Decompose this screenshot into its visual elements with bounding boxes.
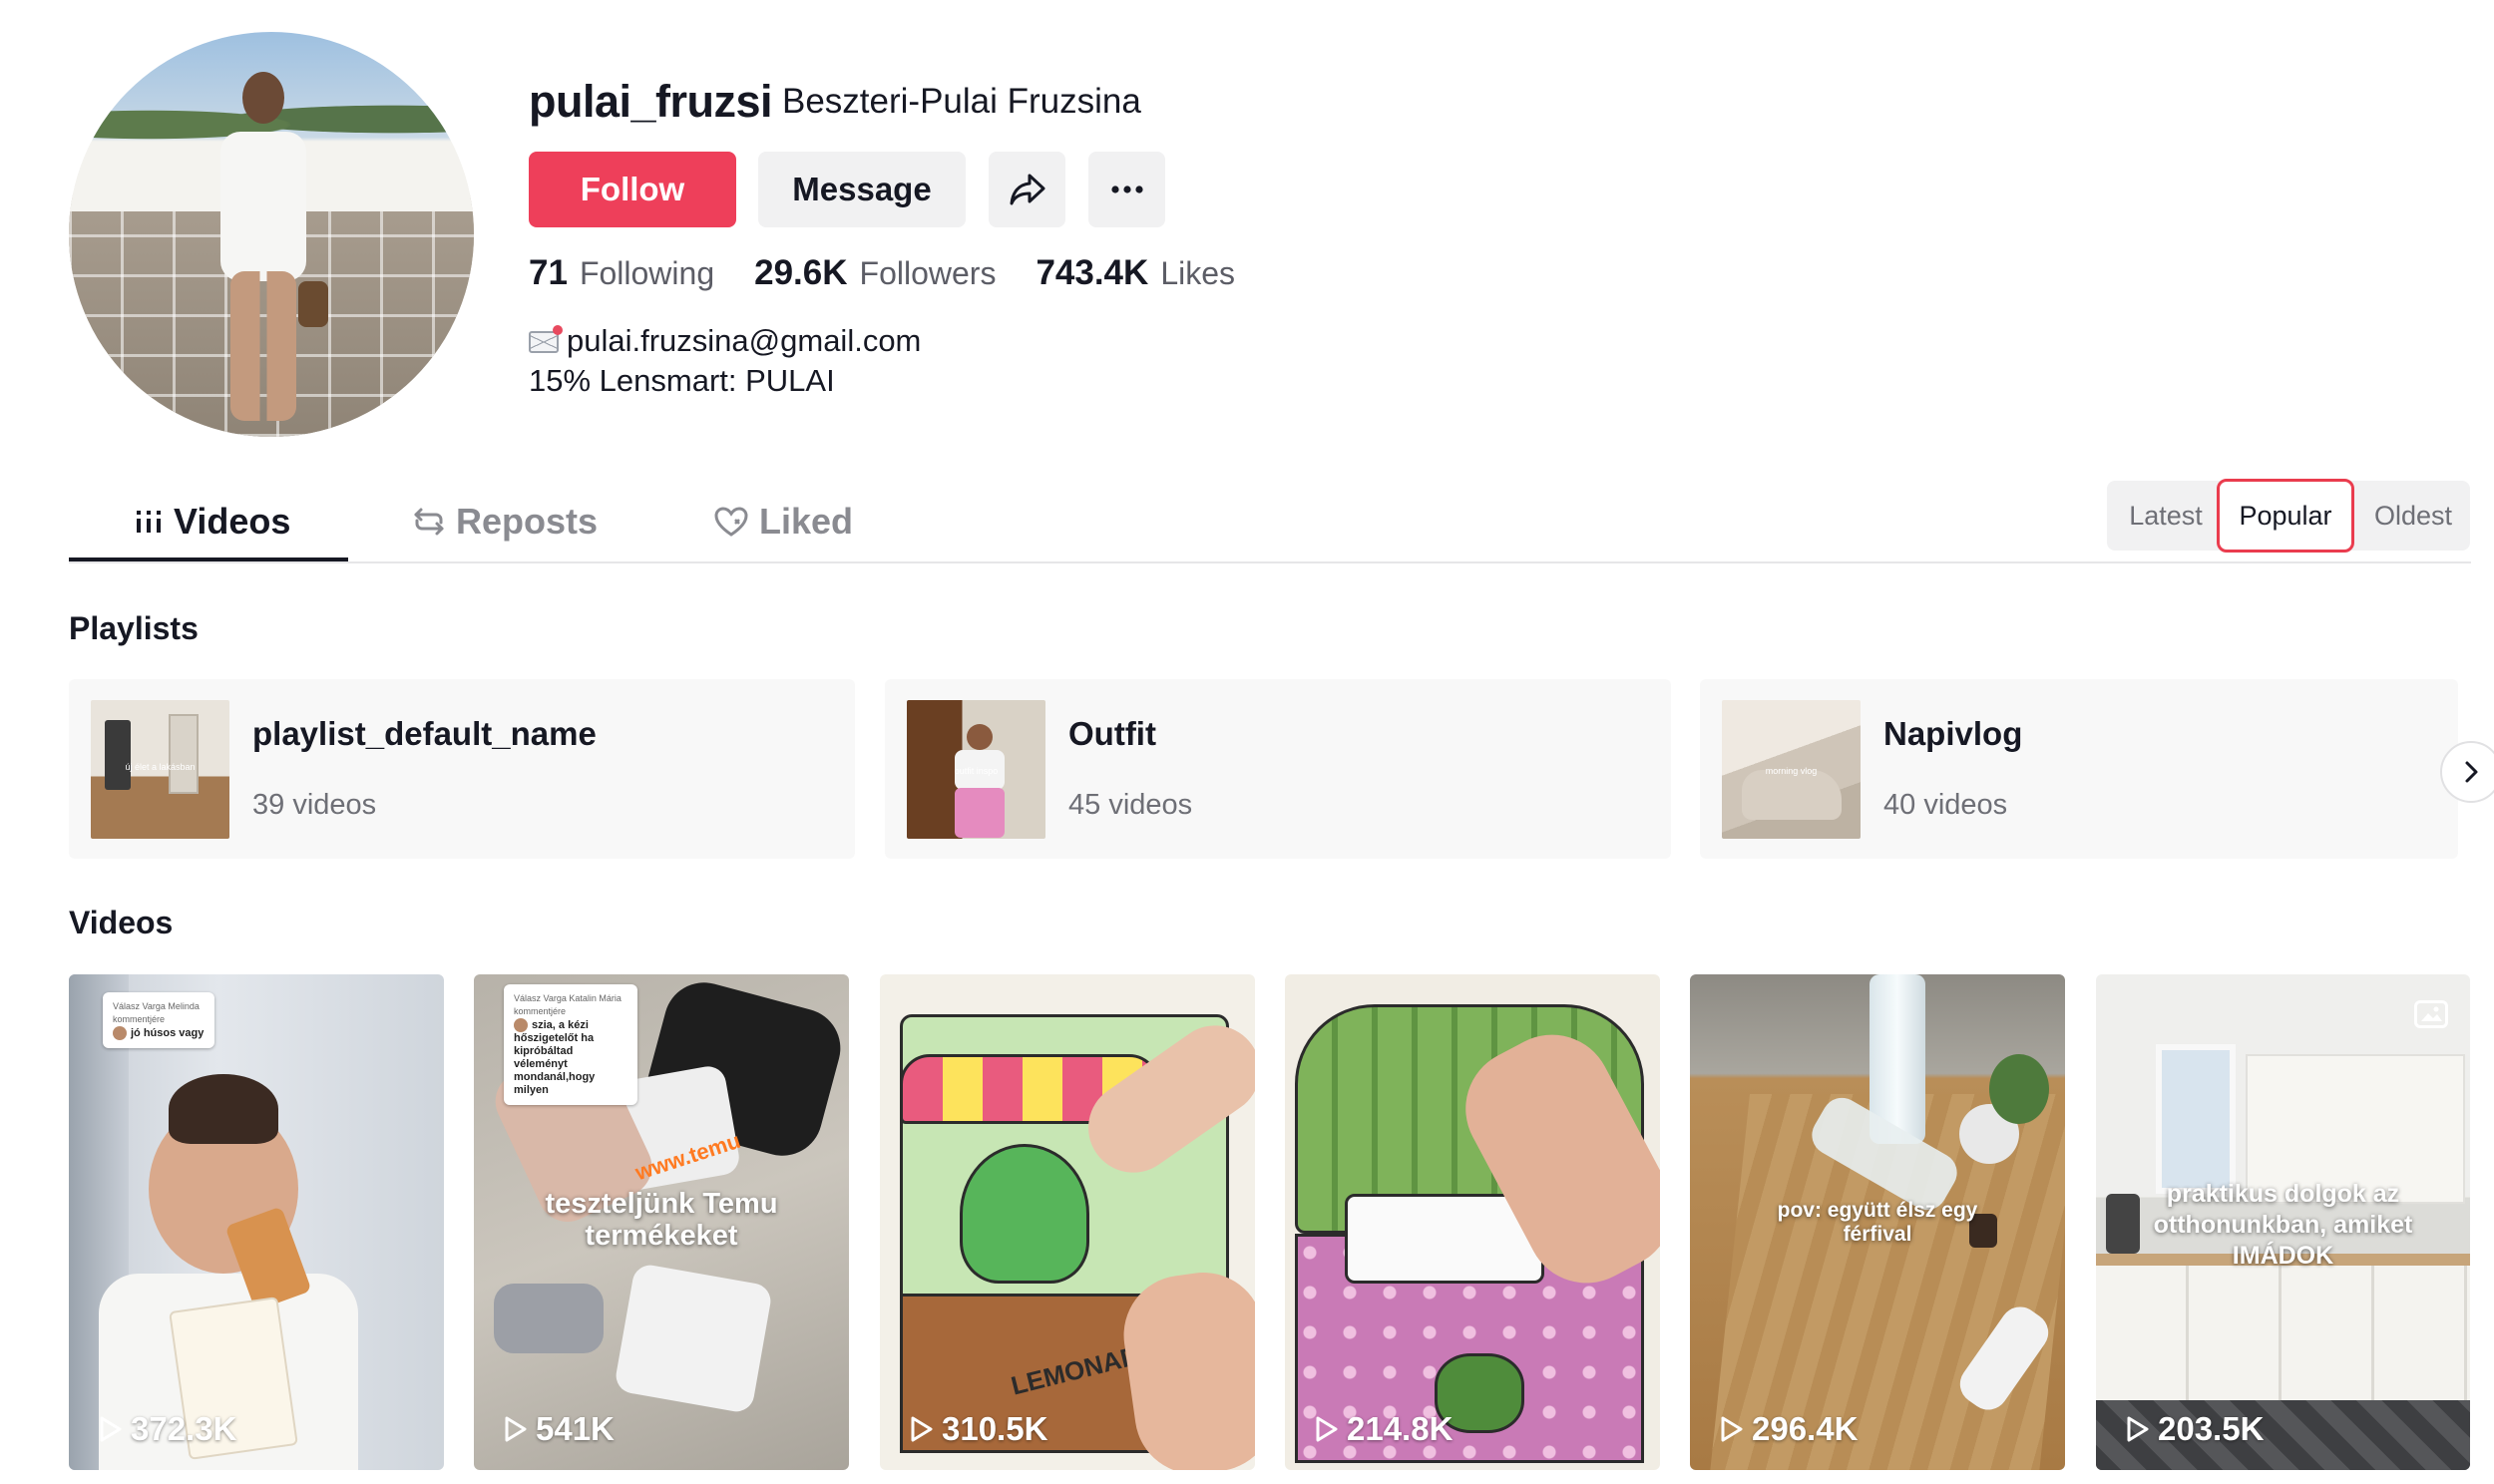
share-icon	[1010, 174, 1044, 205]
playlist-name: playlist_default_name	[252, 715, 597, 752]
play-icon	[1721, 1416, 1743, 1442]
playlist-video-count: 39 videos	[252, 789, 377, 821]
playlist-thumbnail: morning vlog	[1722, 700, 1861, 839]
profile-nickname: Beszteri-Pulai Fruzsina	[782, 82, 1141, 121]
video-view-count: 310.5K	[942, 1410, 1048, 1447]
following-count: 71	[529, 253, 568, 292]
comment-author: Válasz Varga Melinda kommentjére	[113, 1001, 200, 1024]
sort-latest[interactable]: Latest	[2107, 481, 2225, 551]
playlist-name: Outfit	[1068, 715, 1156, 752]
share-button[interactable]	[989, 152, 1065, 227]
play-icon	[505, 1416, 527, 1442]
bio-email-line: pulai.fruzsina@gmail.com	[529, 321, 921, 361]
video-view-count: 372.3K	[131, 1410, 237, 1447]
video-view-count: 296.4K	[1752, 1410, 1859, 1447]
likes-count: 743.4K	[1036, 253, 1149, 292]
videos-grid-icon	[137, 511, 161, 533]
comment-text: szia, a kézi hőszigetelőt ha kipróbáltad…	[514, 1018, 596, 1096]
video-card[interactable]: www.temu teszteljünk Temu termékeket Vál…	[474, 974, 849, 1470]
tab-liked-label: Liked	[759, 501, 854, 542]
profile-stats: 71 Following 29.6K Followers 743.4K Like…	[529, 253, 1275, 293]
video-view-count: 541K	[536, 1410, 615, 1447]
active-tab-underline	[69, 557, 348, 561]
repost-icon	[414, 508, 444, 536]
likes-stat: 743.4K Likes	[1036, 253, 1235, 293]
following-label: Following	[579, 255, 715, 291]
photo-carousel-icon	[2414, 1000, 2448, 1028]
sort-popular[interactable]: Popular	[2217, 479, 2354, 553]
play-icon	[100, 1416, 122, 1442]
video-card[interactable]: praktikus dolgok az otthonunkban, amiket…	[2096, 974, 2470, 1470]
play-icon	[911, 1416, 933, 1442]
followers-label: Followers	[859, 255, 997, 291]
tab-liked[interactable]: Liked	[713, 482, 853, 561]
video-overlay-text: teszteljünk Temu termékeket	[545, 1188, 778, 1252]
tab-reposts-label: Reposts	[456, 501, 599, 542]
message-button[interactable]: Message	[758, 152, 966, 227]
video-views: 296.4K	[1718, 1410, 1858, 1448]
playlist-thumb-caption: morning vlog	[1765, 766, 1818, 776]
playlist-card[interactable]: új élet a lakásban playlist_default_name…	[69, 679, 855, 859]
profile-bio: pulai.fruzsina@gmail.com 15% Lensmart: P…	[529, 321, 921, 401]
tab-videos-label: Videos	[174, 501, 291, 542]
comment-reply-bubble: Válasz Varga Katalin Mária kommentjére s…	[504, 984, 637, 1105]
profile-avatar	[69, 32, 474, 437]
play-icon	[2127, 1416, 2149, 1442]
more-options-button[interactable]	[1088, 152, 1165, 227]
playlist-name: Napivlog	[1883, 715, 2023, 752]
profile-username: pulai_fruzsi	[529, 76, 773, 127]
playlist-thumbnail: új élet a lakásban	[91, 700, 229, 839]
video-views: 541K	[502, 1410, 615, 1448]
tab-videos[interactable]: Videos	[134, 482, 290, 561]
playlist-thumbnail: outfit inspo	[907, 700, 1045, 839]
video-card[interactable]: 214.8K	[1285, 974, 1660, 1470]
video-overlay-text: pov: együtt élsz egy férfival	[1777, 1199, 1978, 1246]
playlist-thumb-caption: új élet a lakásban	[125, 762, 196, 772]
more-icon	[1110, 186, 1143, 193]
video-card[interactable]: Válasz Varga Melinda kommentjére jó húso…	[69, 974, 444, 1470]
sort-segmented-control: Latest Popular Oldest	[2107, 479, 2470, 553]
comment-author: Válasz Varga Katalin Mária kommentjére	[514, 993, 622, 1016]
playlist-video-count: 45 videos	[1068, 789, 1193, 821]
envelope-icon	[529, 325, 563, 353]
following-stat[interactable]: 71 Following	[529, 253, 714, 293]
bio-email: pulai.fruzsina@gmail.com	[567, 323, 922, 358]
tab-reposts[interactable]: Reposts	[412, 482, 598, 561]
videos-heading: Videos	[69, 905, 174, 940]
playlists-next-button[interactable]	[2440, 741, 2494, 803]
likes-label: Likes	[1160, 255, 1236, 291]
playlists-heading: Playlists	[69, 610, 199, 646]
video-card[interactable]: LEMONADE 310.5K	[880, 974, 1255, 1470]
video-overlay-text: praktikus dolgok az otthonunkban, amiket…	[2153, 1180, 2413, 1270]
liked-heart-icon	[714, 507, 748, 537]
play-icon	[1316, 1416, 1338, 1442]
playlist-thumb-caption: outfit inspo	[954, 766, 999, 776]
bio-promo: 15% Lensmart: PULAI	[529, 363, 835, 398]
video-view-count: 214.8K	[1347, 1410, 1454, 1447]
playlist-video-count: 40 videos	[1883, 789, 2008, 821]
comment-reply-bubble: Válasz Varga Melinda kommentjére jó húso…	[103, 992, 214, 1048]
follow-button[interactable]: Follow	[529, 152, 736, 227]
video-views: 214.8K	[1313, 1410, 1453, 1448]
followers-stat[interactable]: 29.6K Followers	[754, 253, 996, 293]
video-views: 310.5K	[908, 1410, 1047, 1448]
sort-oldest[interactable]: Oldest	[2356, 481, 2470, 551]
video-card[interactable]: pov: együtt élsz egy férfival 296.4K	[1690, 974, 2065, 1470]
video-view-count: 203.5K	[2158, 1410, 2265, 1447]
playlist-card[interactable]: outfit inspo Outfit 45 videos	[885, 679, 1671, 859]
playlist-card[interactable]: morning vlog Napivlog 40 videos	[1700, 679, 2458, 859]
comment-text: jó húsos vagy	[131, 1026, 205, 1039]
chevron-right-icon	[2465, 761, 2478, 783]
video-views: 372.3K	[97, 1410, 236, 1448]
video-views: 203.5K	[2124, 1410, 2264, 1448]
followers-count: 29.6K	[754, 253, 848, 292]
